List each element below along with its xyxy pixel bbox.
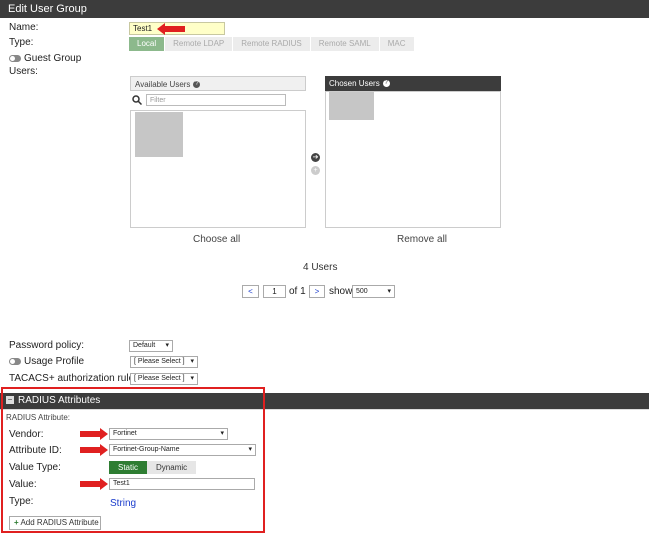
annotation-highlight-frame [1,387,265,533]
password-policy-select[interactable]: Default ▾ [129,340,173,352]
chevron-down-icon: ▾ [165,342,169,349]
chevron-down-icon: ▾ [190,375,194,382]
password-policy-value: Default [133,342,156,349]
chevron-down-icon: ▾ [387,288,391,295]
next-page-button[interactable]: > [309,285,325,298]
usage-profile-select[interactable]: [ Please Select ] ▾ [130,356,198,368]
remove-all-link[interactable]: Remove all [397,234,447,245]
tacacs-label: TACACS+ authorization rule: [9,373,137,384]
tacacs-value: [ Please Select ] [134,375,185,382]
chosen-users-header: Chosen Users? [325,76,501,91]
guest-group-label: Guest Group [24,53,82,64]
move-right-icon[interactable]: ➔ [311,153,320,162]
page-size-value: 500 [356,288,368,295]
show-label: show [329,286,353,297]
available-users-list[interactable] [130,110,306,228]
chosen-users-title: Chosen Users [329,79,380,88]
type-tab-local[interactable]: Local [129,37,166,51]
page-number-input[interactable]: 1 [263,285,286,298]
type-tab-remote-radius[interactable]: Remote RADIUS [233,37,311,51]
available-users-header: Available Users? [130,76,306,91]
available-user-item[interactable] [135,112,183,157]
type-tab-mac[interactable]: MAC [379,37,415,51]
help-icon[interactable]: ? [382,80,390,88]
choose-all-link[interactable]: Choose all [193,234,240,245]
usage-profile-row: Usage Profile [9,356,84,367]
page-of-text: of 1 [289,286,306,297]
password-policy-label: Password policy: [9,340,85,351]
search-icon [132,95,142,105]
window-title: Edit User Group [0,0,649,18]
move-left-icon[interactable]: + [311,166,320,175]
type-tab-remote-ldap[interactable]: Remote LDAP [165,37,234,51]
help-icon[interactable]: ? [193,81,201,89]
filter-input[interactable]: Filter [146,94,286,106]
annotation-arrow-icon [157,23,185,35]
tacacs-select[interactable]: [ Please Select ] ▾ [130,373,198,385]
chosen-user-item[interactable] [329,92,374,120]
users-label: Users: [9,66,38,77]
usage-profile-value: [ Please Select ] [134,358,185,365]
type-tab-remote-saml[interactable]: Remote SAML [310,37,380,51]
prev-page-button[interactable]: < [242,285,259,298]
guest-group-row: Guest Group [9,53,81,64]
page-size-select[interactable]: 500 ▾ [352,285,395,298]
usage-profile-toggle[interactable] [9,357,21,365]
name-label: Name: [9,22,39,33]
chosen-users-list[interactable] [325,91,501,228]
type-label: Type: [9,37,34,48]
guest-group-toggle[interactable] [9,54,21,62]
chevron-down-icon: ▾ [190,358,194,365]
available-users-title: Available Users [135,80,191,89]
users-count: 4 Users [303,262,338,273]
type-tabs: Local Remote LDAP Remote RADIUS Remote S… [129,37,415,51]
usage-profile-label: Usage Profile [24,356,85,367]
